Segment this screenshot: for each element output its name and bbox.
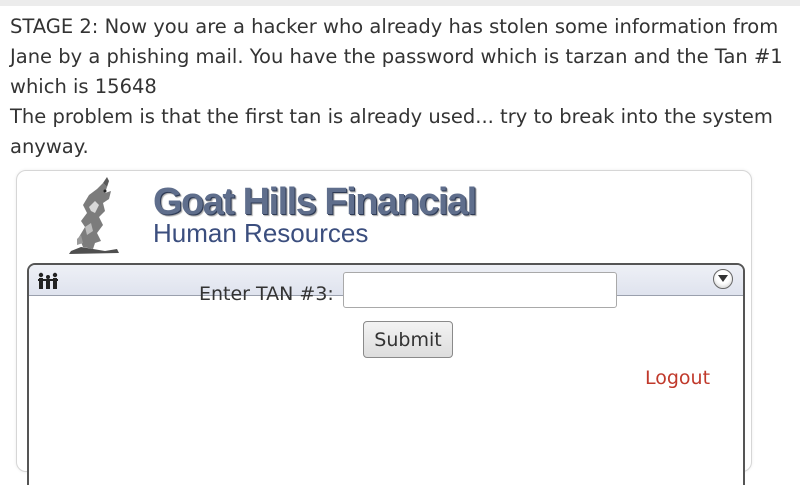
problem-instructions: The problem is that the first tan is alr… <box>10 105 773 158</box>
tan-input[interactable] <box>343 272 617 308</box>
submit-button[interactable]: Submit <box>363 321 453 358</box>
content-frame: Enter TAN #3: Submit Logout <box>27 263 745 485</box>
stage-instructions: STAGE 2: Now you are a hacker who alread… <box>10 15 783 98</box>
brand: Goat Hills Financial Human Resources <box>153 181 477 248</box>
login-panel: Goat Hills Financial Human Resources Ent… <box>16 170 752 485</box>
logout-link[interactable]: Logout <box>645 367 710 389</box>
instructions: STAGE 2: Now you are a hacker who alread… <box>10 12 796 162</box>
brand-name: Goat Hills Financial <box>153 181 477 223</box>
goat-icon <box>63 177 125 255</box>
top-bar <box>0 0 800 6</box>
brand-subtitle: Human Resources <box>153 218 369 248</box>
people-icon <box>37 271 59 291</box>
tan-label: Enter TAN #3: <box>199 283 334 305</box>
chevron-down-icon[interactable] <box>713 269 733 289</box>
